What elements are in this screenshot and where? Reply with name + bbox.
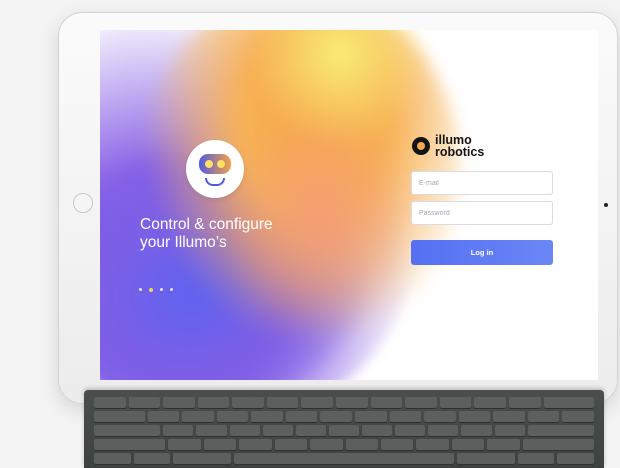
carousel-dots bbox=[139, 287, 173, 292]
key[interactable] bbox=[320, 411, 352, 422]
key[interactable] bbox=[395, 425, 426, 436]
key[interactable] bbox=[557, 453, 594, 464]
key[interactable] bbox=[203, 439, 237, 450]
ipad-mockup-scene: Control & configure your Illumo’s illumo… bbox=[0, 0, 620, 468]
key[interactable] bbox=[474, 397, 506, 408]
key[interactable] bbox=[380, 439, 414, 450]
key[interactable] bbox=[229, 425, 260, 436]
carousel-dot[interactable] bbox=[170, 288, 173, 291]
key[interactable] bbox=[527, 425, 594, 436]
keyboard-row bbox=[94, 453, 594, 464]
app-screen: Control & configure your Illumo’s illumo… bbox=[100, 30, 598, 380]
key[interactable] bbox=[345, 439, 378, 450]
robot-avatar-icon bbox=[186, 140, 244, 198]
key[interactable] bbox=[274, 439, 308, 450]
key[interactable] bbox=[458, 411, 491, 422]
key[interactable] bbox=[416, 439, 449, 450]
key[interactable] bbox=[182, 411, 214, 422]
carousel-dot[interactable] bbox=[139, 288, 142, 291]
key[interactable] bbox=[362, 425, 393, 436]
key[interactable] bbox=[266, 397, 299, 408]
key[interactable] bbox=[94, 453, 131, 464]
login-button[interactable]: Log in bbox=[411, 240, 553, 265]
keyboard-row bbox=[94, 411, 595, 422]
key[interactable] bbox=[301, 397, 334, 408]
key[interactable] bbox=[522, 439, 595, 450]
key[interactable] bbox=[310, 439, 343, 450]
key[interactable] bbox=[461, 425, 492, 436]
key[interactable] bbox=[251, 411, 283, 422]
headline-line-1: Control & configure bbox=[140, 216, 273, 233]
keyboard bbox=[84, 390, 604, 468]
key[interactable] bbox=[168, 439, 201, 450]
key[interactable] bbox=[370, 397, 403, 408]
key[interactable] bbox=[94, 425, 161, 436]
key[interactable] bbox=[487, 439, 520, 450]
keyboard-row bbox=[94, 425, 594, 436]
robot-smile bbox=[205, 178, 225, 186]
key[interactable] bbox=[517, 453, 555, 464]
key[interactable] bbox=[456, 453, 515, 464]
key[interactable] bbox=[173, 453, 232, 464]
key[interactable] bbox=[405, 397, 437, 408]
key[interactable] bbox=[494, 425, 525, 436]
key[interactable] bbox=[328, 425, 360, 436]
key[interactable] bbox=[232, 397, 264, 408]
key[interactable] bbox=[262, 425, 293, 436]
key[interactable] bbox=[354, 411, 387, 422]
space-key[interactable] bbox=[234, 453, 454, 464]
key[interactable] bbox=[493, 411, 525, 422]
key[interactable] bbox=[239, 439, 272, 450]
keyboard-row bbox=[94, 397, 595, 408]
key[interactable] bbox=[543, 397, 595, 408]
keyboard-row bbox=[94, 439, 595, 450]
key[interactable] bbox=[451, 439, 485, 450]
headline-line-2: your Illumo’s bbox=[140, 234, 227, 251]
key[interactable] bbox=[196, 425, 227, 436]
key[interactable] bbox=[197, 397, 230, 408]
illumo-logo-icon bbox=[412, 137, 430, 155]
key[interactable] bbox=[163, 425, 194, 436]
key[interactable] bbox=[508, 397, 541, 408]
key[interactable] bbox=[94, 411, 145, 422]
key[interactable] bbox=[216, 411, 249, 422]
key[interactable] bbox=[527, 411, 560, 422]
brand-line-2: robotics bbox=[435, 145, 485, 159]
robot-eye bbox=[217, 160, 225, 168]
carousel-dot-active[interactable] bbox=[149, 287, 153, 292]
brand-wordmark: illumo robotics bbox=[435, 134, 485, 159]
robot-face bbox=[199, 154, 231, 174]
key[interactable] bbox=[163, 397, 195, 408]
key[interactable] bbox=[336, 397, 368, 408]
key[interactable] bbox=[94, 397, 126, 408]
password-field[interactable] bbox=[411, 201, 553, 225]
key[interactable] bbox=[424, 411, 456, 422]
key[interactable] bbox=[389, 411, 422, 422]
key[interactable] bbox=[428, 425, 459, 436]
camera-dot bbox=[604, 203, 608, 207]
key[interactable] bbox=[94, 439, 166, 450]
key[interactable] bbox=[295, 425, 326, 436]
robot-eye bbox=[205, 160, 213, 168]
hero-headline: Control & configure your Illumo’s bbox=[140, 216, 340, 252]
key[interactable] bbox=[147, 411, 180, 422]
key[interactable] bbox=[285, 411, 318, 422]
key[interactable] bbox=[562, 411, 595, 422]
email-field[interactable] bbox=[411, 171, 553, 195]
home-button[interactable] bbox=[73, 193, 93, 213]
brand-logo: illumo robotics bbox=[412, 134, 484, 158]
key[interactable] bbox=[128, 397, 161, 408]
carousel-dot[interactable] bbox=[160, 288, 163, 291]
key[interactable] bbox=[439, 397, 472, 408]
key[interactable] bbox=[133, 453, 171, 464]
